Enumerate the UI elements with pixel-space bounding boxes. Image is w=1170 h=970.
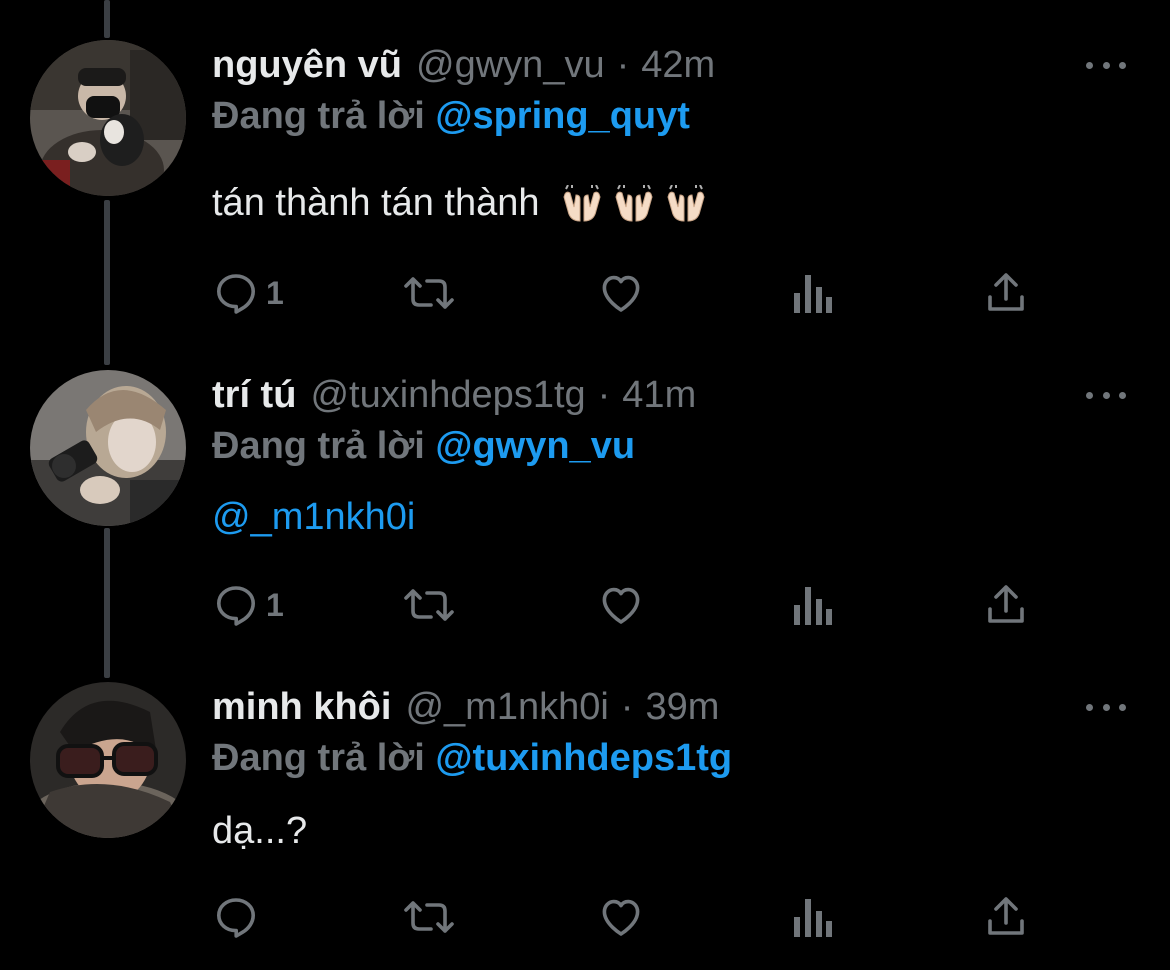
avatar[interactable]: [30, 370, 186, 526]
retweet-button[interactable]: [400, 892, 458, 942]
reply-icon: [217, 898, 255, 938]
replying-to-handle[interactable]: @gwyn_vu: [435, 425, 635, 467]
replying-to: Đang trả lời @gwyn_vu: [212, 422, 635, 470]
action-bar: 1: [212, 268, 1042, 318]
tweet-text: dạ...?: [212, 810, 308, 852]
share-icon: [988, 273, 1024, 311]
timestamp[interactable]: 42m: [641, 40, 715, 90]
tweet-text[interactable]: @_m1nkh0i: [212, 492, 415, 542]
more-icon[interactable]: [1084, 692, 1128, 722]
tweet-header: nguyên vũ @gwyn_vu · 42m: [212, 40, 715, 90]
avatar[interactable]: [30, 40, 186, 196]
share-icon: [988, 897, 1024, 935]
reply-count: 1: [266, 586, 284, 623]
analytics-button[interactable]: [790, 268, 834, 318]
replying-to-label: Đang trả lời: [212, 95, 425, 137]
tweet[interactable]: minh khôi @_m1nkh0i · 39m Đang trả lời @…: [0, 682, 1170, 962]
like-button[interactable]: [596, 268, 646, 318]
action-bar: [212, 892, 1042, 942]
share-button[interactable]: [982, 268, 1030, 318]
replying-to-handle[interactable]: @spring_quyt: [435, 95, 690, 137]
avatar-photo: [30, 40, 186, 196]
reply-button[interactable]: 1: [212, 580, 284, 630]
action-bar: 1: [212, 580, 1042, 630]
analytics-button[interactable]: [790, 892, 834, 942]
avatar-photo: [30, 682, 186, 838]
retweet-icon: [404, 589, 454, 621]
more-icon[interactable]: [1084, 380, 1128, 410]
tweet-text-content: tán thành tán thành: [212, 182, 540, 224]
share-button[interactable]: [982, 892, 1030, 942]
raised-hands-icon: [615, 184, 653, 222]
retweet-icon: [404, 277, 454, 309]
raised-hands-icon: [563, 184, 601, 222]
analytics-icon: [794, 587, 832, 625]
replying-to-handle[interactable]: @tuxinhdeps1tg: [435, 737, 732, 779]
like-icon: [602, 587, 640, 624]
analytics-icon: [794, 275, 832, 313]
tweet-header: trí tú @tuxinhdeps1tg · 41m: [212, 370, 696, 420]
retweet-button[interactable]: [400, 268, 458, 318]
replying-to-label: Đang trả lời: [212, 425, 425, 467]
display-name[interactable]: trí tú: [212, 370, 296, 420]
user-handle[interactable]: @_m1nkh0i: [405, 682, 608, 732]
replying-to: Đang trả lời @tuxinhdeps1tg: [212, 734, 732, 782]
timestamp[interactable]: 41m: [622, 370, 696, 420]
analytics-button[interactable]: [790, 580, 834, 630]
raised-hands-icon: [667, 184, 705, 222]
reply-count: 1: [266, 274, 284, 311]
display-name[interactable]: nguyên vũ: [212, 40, 402, 90]
replying-to: Đang trả lời @spring_quyt: [212, 92, 690, 140]
retweet-button[interactable]: [400, 580, 458, 630]
more-icon[interactable]: [1084, 50, 1128, 80]
like-icon: [602, 275, 640, 312]
retweet-icon: [404, 901, 454, 933]
tweet[interactable]: trí tú @tuxinhdeps1tg · 41m Đang trả lời…: [0, 370, 1170, 660]
separator-dot: ·: [620, 686, 634, 728]
separator-dot: ·: [616, 44, 630, 86]
tweet-text: tán thành tán thành: [212, 178, 716, 228]
like-icon: [602, 899, 640, 936]
emoji-group: [560, 184, 716, 225]
tweet-header: minh khôi @_m1nkh0i · 39m: [212, 682, 719, 732]
display-name[interactable]: minh khôi: [212, 682, 391, 732]
avatar-photo: [30, 370, 186, 526]
user-handle[interactable]: @tuxinhdeps1tg: [310, 370, 585, 420]
share-button[interactable]: [982, 580, 1030, 630]
reply-button[interactable]: [212, 892, 266, 942]
share-icon: [988, 585, 1024, 623]
timestamp[interactable]: 39m: [645, 682, 719, 732]
reply-icon: [217, 586, 255, 626]
replying-to-label: Đang trả lời: [212, 737, 425, 779]
tweet[interactable]: nguyên vũ @gwyn_vu · 42m Đang trả lời @s…: [0, 40, 1170, 330]
thread-line: [104, 0, 110, 38]
user-handle[interactable]: @gwyn_vu: [416, 40, 605, 90]
avatar[interactable]: [30, 682, 186, 838]
reply-icon: [217, 274, 255, 314]
analytics-icon: [794, 899, 832, 937]
reply-button[interactable]: 1: [212, 268, 284, 318]
like-button[interactable]: [596, 892, 646, 942]
separator-dot: ·: [597, 374, 611, 416]
like-button[interactable]: [596, 580, 646, 630]
